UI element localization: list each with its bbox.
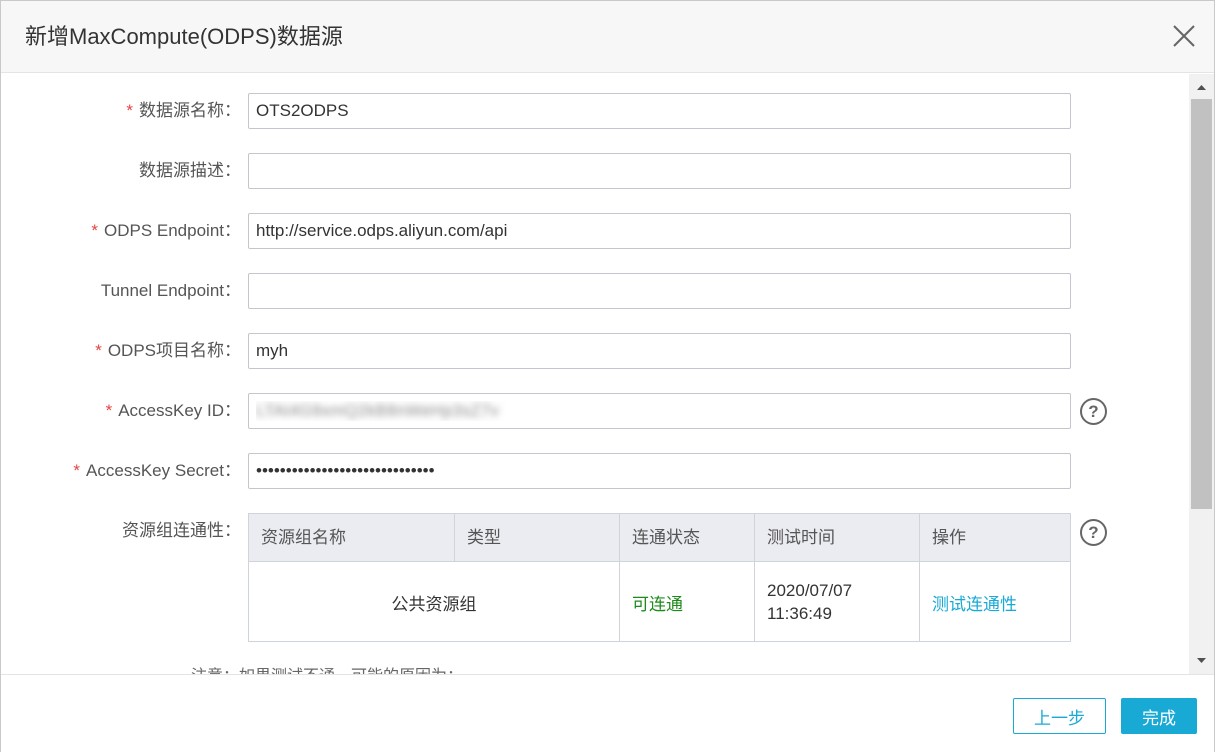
action-cell: 测试连通性 [920, 562, 1070, 642]
field-label: * ODPS项目名称： [95, 341, 241, 360]
form-row-accesskey-secret: * AccessKey Secret： [1, 453, 1189, 489]
close-icon[interactable] [1169, 21, 1199, 51]
test-time: 11:36:49 [767, 604, 832, 623]
dialog-header: 新增MaxCompute(ODPS)数据源 [1, 1, 1214, 73]
form-row-datasource-desc: 数据源描述： [1, 153, 1189, 189]
column-header: 资源组名称 [249, 514, 455, 562]
connectivity-table: 资源组名称 类型 连通状态 测试时间 操作 公共资源组 可连通 2020/07/… [248, 513, 1071, 642]
table-header: 资源组名称 类型 连通状态 测试时间 操作 [249, 514, 1070, 562]
required-mark: * [95, 341, 102, 360]
required-mark: * [126, 101, 133, 120]
form-row-datasource-name: * 数据源名称： [1, 93, 1189, 129]
scroll-down-arrow-icon[interactable] [1189, 654, 1214, 668]
required-mark: * [91, 221, 98, 240]
form-row-accesskey-id: * AccessKey ID： [1, 393, 1189, 429]
resource-group-name: 公共资源组 [391, 594, 477, 614]
note-text: 注意：如果测试不通，可能的原因为： [191, 662, 463, 674]
accesskey-id-input[interactable] [248, 393, 1071, 429]
finish-button[interactable]: 完成 [1121, 698, 1197, 734]
help-icon[interactable]: ? [1080, 519, 1107, 546]
column-header: 测试时间 [755, 514, 920, 562]
previous-step-button[interactable]: 上一步 [1013, 698, 1106, 734]
scroll-up-arrow-icon[interactable] [1189, 80, 1214, 94]
column-header: 类型 [455, 514, 620, 562]
dialog-footer: 上一步 完成 [1, 674, 1214, 752]
dialog-body[interactable]: *数据源名称： 数据源描述： *ODPS Endpoint： Tunnel En… [1, 74, 1189, 674]
tunnel-endpoint-input[interactable] [248, 273, 1071, 309]
resource-group-cell: 公共资源组 [249, 562, 620, 642]
odps-project-name-input[interactable] [248, 333, 1071, 369]
connectivity-label: 资源组连通性： [122, 521, 241, 540]
field-label: Tunnel Endpoint： [100, 281, 241, 300]
test-date: 2020/07/07 [767, 581, 853, 600]
column-header: 操作 [932, 528, 966, 547]
accesskey-secret-input[interactable] [248, 453, 1071, 489]
odps-endpoint-input[interactable] [248, 213, 1071, 249]
form-row-odps-endpoint: * ODPS Endpoint： [1, 213, 1189, 249]
datasource-description-input[interactable] [248, 153, 1071, 189]
field-label: * AccessKey ID： [105, 401, 241, 420]
help-icon[interactable]: ? [1080, 398, 1107, 425]
vertical-scrollbar[interactable] [1189, 74, 1214, 674]
status-cell: 可连通 [620, 562, 755, 642]
column-header: 连通状态 [620, 514, 755, 562]
dialog-title: 新增MaxCompute(ODPS)数据源 [25, 24, 343, 49]
add-datasource-dialog: 新增MaxCompute(ODPS)数据源 *数据源名称： 数据源描述： *OD… [0, 0, 1215, 752]
datasource-name-input[interactable] [248, 93, 1071, 129]
table-row: 公共资源组 可连通 2020/07/07 11:36:49 测试连通性 [249, 562, 1070, 642]
field-label: * 数据源名称： [126, 101, 241, 120]
form-row-tunnel-endpoint: Tunnel Endpoint： [1, 273, 1189, 309]
required-mark: * [105, 401, 113, 420]
field-label: * AccessKey Secret： [73, 461, 241, 480]
test-connectivity-link[interactable]: 测试连通性 [920, 562, 1070, 642]
required-mark: * [73, 461, 81, 480]
scroll-thumb[interactable] [1191, 99, 1212, 509]
field-label: * ODPS Endpoint： [91, 221, 241, 240]
field-label: 数据源描述： [139, 161, 241, 180]
status-badge: 可连通 [632, 594, 683, 614]
form-row-odps-project: * ODPS项目名称： [1, 333, 1189, 369]
test-time-cell: 2020/07/07 11:36:49 [755, 562, 920, 642]
